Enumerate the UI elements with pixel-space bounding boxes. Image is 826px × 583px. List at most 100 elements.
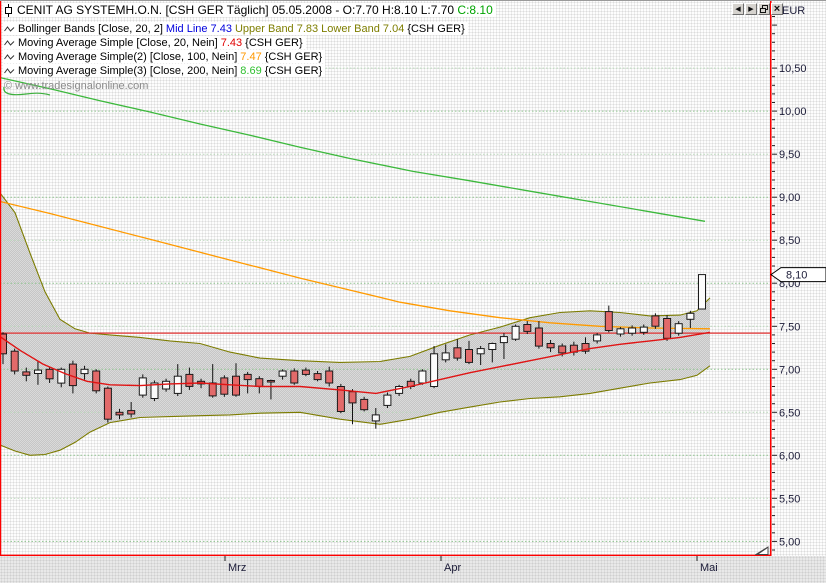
ma200-line xyxy=(0,76,706,222)
legend-segment: 8.69 xyxy=(240,64,262,77)
candle-body xyxy=(266,380,275,383)
legend-row[interactable]: Moving Average Simple [Close, 20, Nein] … xyxy=(3,36,306,49)
candle-body xyxy=(674,323,683,334)
candle-body xyxy=(10,350,19,372)
price-tick-label: 7,00 xyxy=(779,364,800,376)
legend-segment: Moving Average Simple [Close, 20, Nein] xyxy=(18,36,218,49)
price-tick-label: 7,50 xyxy=(779,321,800,333)
price-axis[interactable]: 10,50 10,00 9,50 9,00 8,50 8,00 7,50 7,00 6,50 6,… xyxy=(770,1,826,556)
price-tick-label: 8,50 xyxy=(779,235,800,247)
indicator-line-icon xyxy=(4,67,15,74)
candle-body xyxy=(185,373,194,387)
candle-body xyxy=(686,312,695,320)
candle-body xyxy=(127,410,136,415)
axis-currency-label: EUR xyxy=(782,5,805,17)
legend-segment: {CSH GER} xyxy=(407,22,465,35)
watermark: © www.tradesignalonline.com xyxy=(4,80,149,92)
close-button[interactable]: × xyxy=(771,3,783,15)
legend-segment: 7.43 xyxy=(220,36,243,49)
candle-body xyxy=(593,334,602,342)
candle-body xyxy=(255,378,264,387)
legend-segment: {CSH GER} xyxy=(264,64,323,77)
price-axis-scale: 10,5010,009,509,008,508,007,507,006,506,… xyxy=(770,1,826,556)
title-text: CENIT AG SYSTEMH.O.N. [CSH GER Täglich] … xyxy=(17,3,493,17)
candle-body xyxy=(499,336,508,344)
time-axis[interactable]: Mrz Apr Mai xyxy=(0,556,826,583)
indicator-line-icon xyxy=(4,53,15,60)
candle-body xyxy=(34,369,42,375)
scroll-left-button[interactable]: ◀ xyxy=(732,3,744,15)
price-tick-label: 10,50 xyxy=(779,63,807,75)
legend-segment: 7.47 xyxy=(240,50,262,63)
legend-segment: Moving Average Simple(2) [Close, 100, Ne… xyxy=(18,50,238,63)
price-tick-label: 9,00 xyxy=(779,192,800,204)
candle-body xyxy=(476,348,485,355)
price-tick-label: 5,50 xyxy=(779,493,800,505)
legend-segment: Mid Line 7.43 xyxy=(165,22,232,35)
scroll-right-button[interactable]: ▶ xyxy=(745,3,757,15)
candle-body xyxy=(103,387,112,420)
legend-row[interactable]: Moving Average Simple(3) [Close, 200, Ne… xyxy=(3,64,326,77)
candle-body xyxy=(546,343,555,349)
last-price-flag-label: 8,10 xyxy=(786,270,807,282)
candle-body xyxy=(45,368,54,380)
candlestick-icon xyxy=(5,3,12,17)
candle-body xyxy=(115,411,124,416)
candle-body xyxy=(278,370,287,377)
price-tick-label: 9,50 xyxy=(779,149,800,161)
restore-icon xyxy=(760,5,768,13)
restore-window-button[interactable] xyxy=(758,3,770,15)
candle-body xyxy=(371,414,380,422)
candle-body xyxy=(383,394,392,406)
candle-body xyxy=(290,370,299,384)
legend-row[interactable]: Bollinger Bands [Close, 20, 2] Mid Line … xyxy=(3,22,468,35)
candle-body xyxy=(173,375,182,394)
candle-body xyxy=(616,328,625,335)
candle-body xyxy=(465,349,473,363)
candle-body xyxy=(138,377,147,396)
candle-body xyxy=(523,324,532,332)
ma100-line xyxy=(0,200,711,330)
candle-body xyxy=(651,315,660,327)
legend-row[interactable]: Moving Average Simple(2) [Close, 100, Ne… xyxy=(3,50,326,63)
price-tick-label: 5,00 xyxy=(779,536,800,548)
legend-segment: Lower Band 7.04 xyxy=(321,22,405,35)
legend-segment: Bollinger Bands [Close, 20, 2] xyxy=(18,22,163,35)
candle-body xyxy=(453,347,462,359)
candle-body xyxy=(511,325,520,340)
candle-body xyxy=(80,368,89,375)
candle-body xyxy=(22,371,31,376)
candle-body xyxy=(558,345,567,354)
candle-body xyxy=(220,377,229,395)
price-tick-label: 6,50 xyxy=(779,407,800,419)
month-label: Mrz xyxy=(228,562,246,574)
price-tick-label: 10,00 xyxy=(779,106,807,118)
plot-resize-icon[interactable] xyxy=(755,546,769,556)
candle-body xyxy=(243,373,252,381)
legend-segment: Moving Average Simple(3) [Close, 200, Ne… xyxy=(18,64,238,77)
candle-body xyxy=(534,327,543,347)
indicator-line-icon xyxy=(4,25,15,32)
candle-body xyxy=(488,343,497,350)
candle-body xyxy=(208,382,217,397)
candle-body xyxy=(325,370,334,384)
title-segment: C:8.10 xyxy=(457,3,493,17)
candle-body xyxy=(348,391,357,404)
candle-body xyxy=(360,398,369,411)
candle-body xyxy=(313,373,322,381)
legend-segment: Upper Band 7.83 xyxy=(234,22,319,35)
candle-body xyxy=(639,326,648,333)
month-label: Apr xyxy=(444,562,461,574)
legend-segment: {CSH GER} xyxy=(264,50,323,63)
indicator-line-icon xyxy=(4,39,15,46)
legend-segment: {CSH GER} xyxy=(245,36,303,49)
candle-body xyxy=(92,370,101,392)
price-tick-label: 6,00 xyxy=(779,450,800,462)
candle-body xyxy=(628,327,637,334)
time-axis-scale: Mrz Apr Mai xyxy=(224,556,718,574)
chart-window-buttons: ◀ ▶ × xyxy=(732,3,783,15)
candle-body xyxy=(604,311,613,332)
candle-body xyxy=(301,369,310,375)
candle-body xyxy=(663,318,672,339)
chart-window: 10,50 10,00 9,50 9,00 8,50 8,00 7,50 7,00 6,50 6,… xyxy=(0,0,826,583)
